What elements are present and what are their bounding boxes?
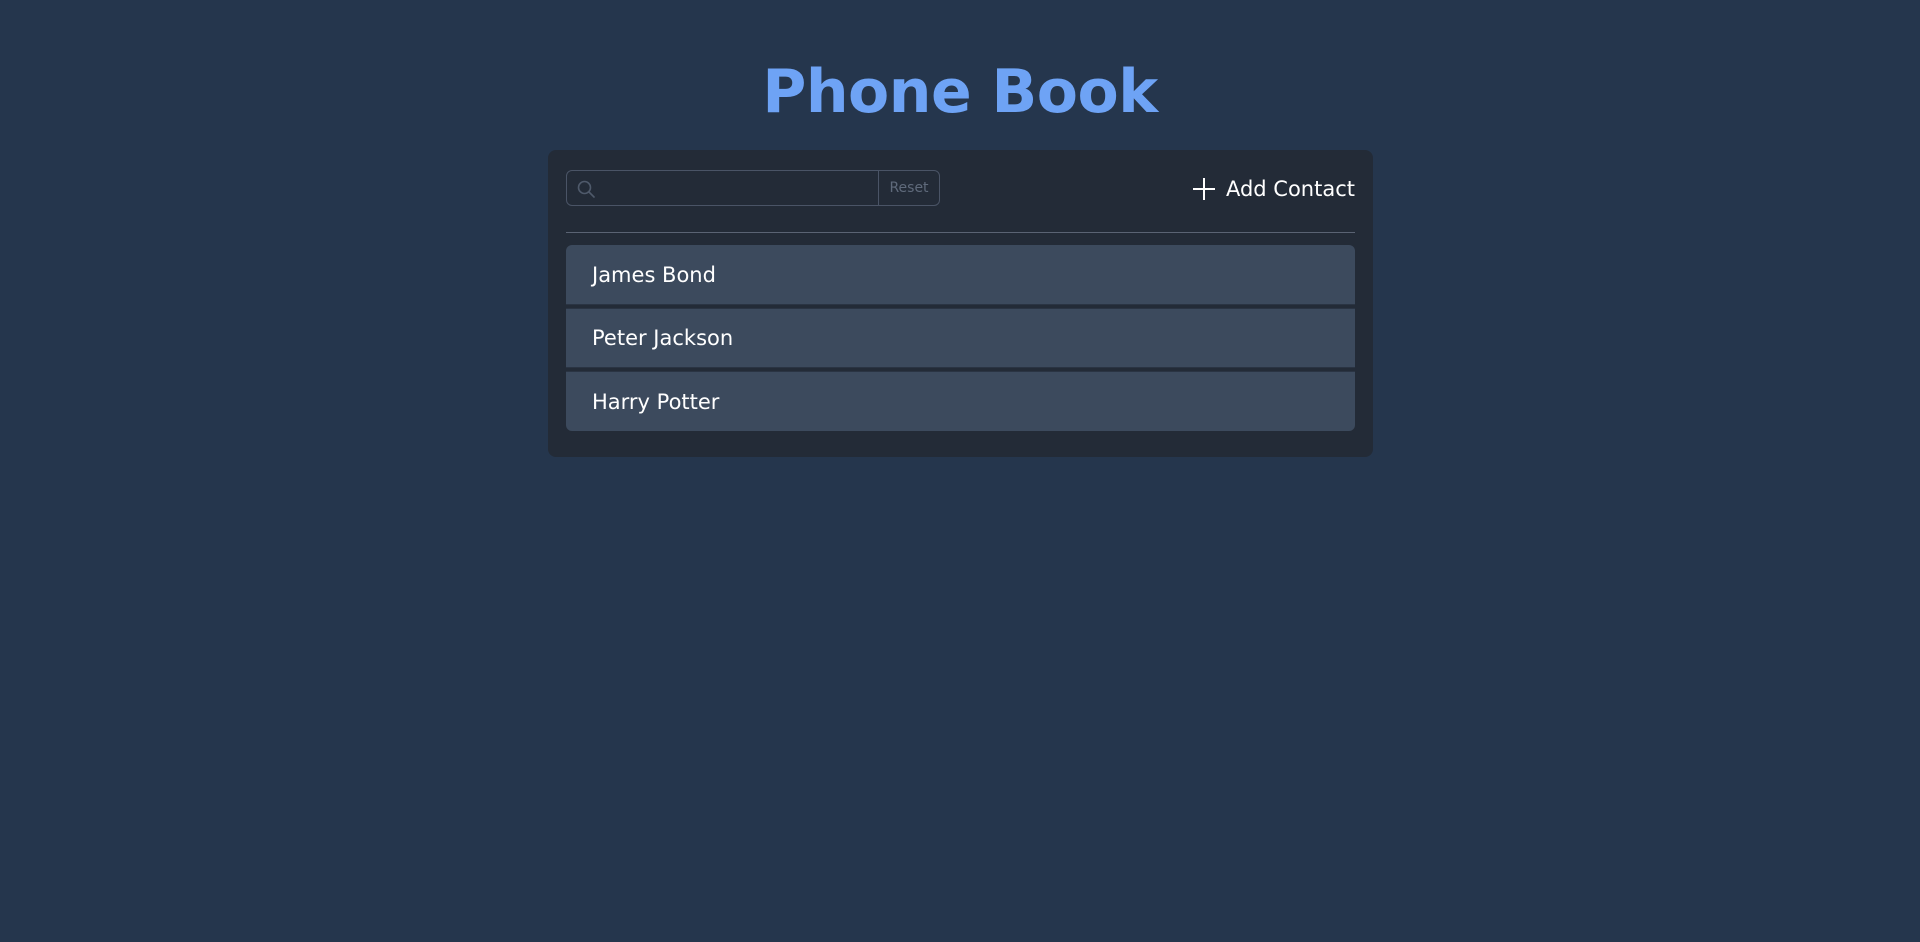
contacts-panel: Reset Add Contact James Bond Peter Jacks… [548, 150, 1373, 457]
search-box: Reset [566, 170, 940, 206]
contact-name: Peter Jackson [592, 326, 734, 350]
page-title: Phone Book [762, 57, 1158, 127]
toolbar: Reset Add Contact [566, 170, 1355, 208]
contact-name: James Bond [592, 262, 716, 287]
add-contact-button[interactable]: Add Contact [1192, 172, 1355, 206]
plus-icon [1192, 177, 1216, 201]
contact-list: James Bond Peter Jackson Harry Potter [566, 245, 1355, 431]
list-item[interactable]: James Bond [566, 245, 1355, 305]
reset-button[interactable]: Reset [878, 171, 939, 205]
search-input[interactable] [603, 171, 879, 205]
add-contact-label: Add Contact [1225, 177, 1355, 201]
list-item[interactable]: Harry Potter [566, 371, 1355, 431]
search-icon [577, 180, 595, 198]
contact-name: Harry Potter [592, 389, 720, 414]
list-item[interactable]: Peter Jackson [566, 308, 1355, 368]
divider [566, 232, 1355, 233]
